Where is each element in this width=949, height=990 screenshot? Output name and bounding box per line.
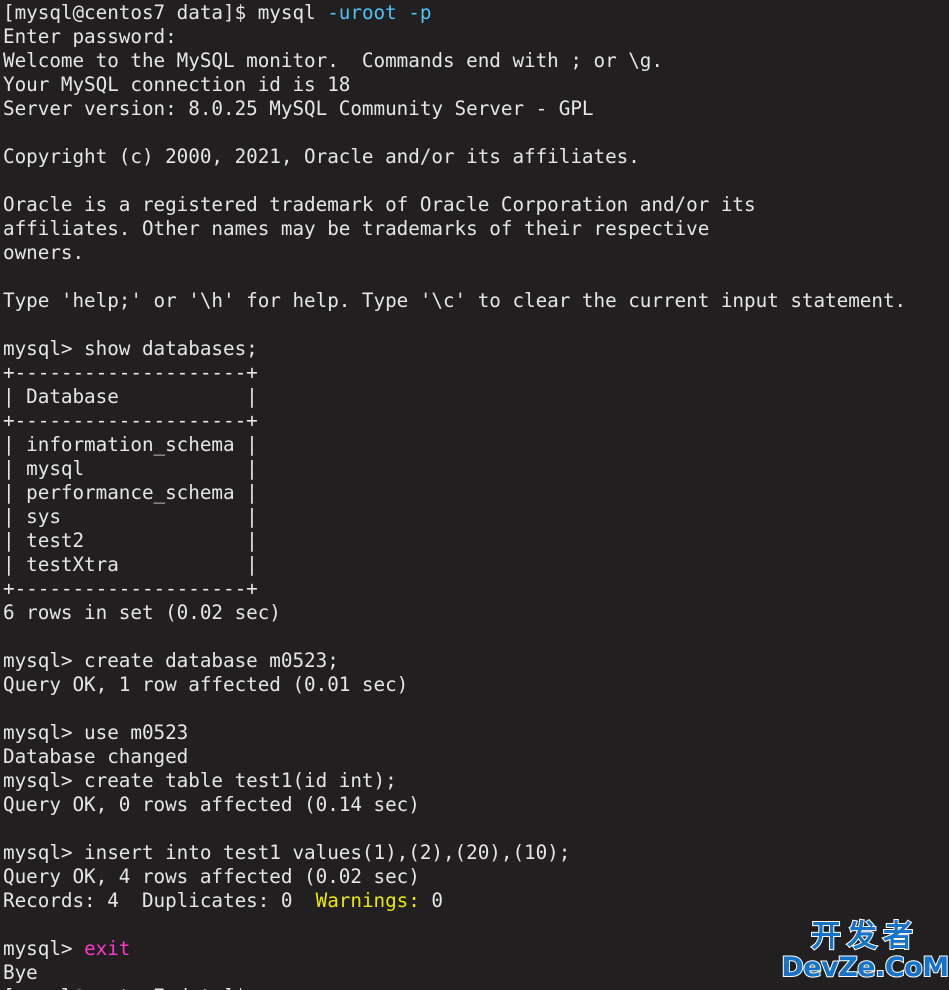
terminal-text-segment: -uroot -p <box>327 1 432 24</box>
terminal-text-segment: Server version: 8.0.25 MySQL Community S… <box>3 97 594 120</box>
terminal-line: Type 'help;' or '\h' for help. Type '\c'… <box>3 289 949 313</box>
terminal-line: | Database | <box>3 385 949 409</box>
terminal-line: Your MySQL connection id is 18 <box>3 73 949 97</box>
terminal-line: [mysql@centos7 data]$ <box>3 985 949 990</box>
terminal-line: | test2 | <box>3 529 949 553</box>
terminal-text-segment: Database changed <box>3 745 189 768</box>
terminal-line: +--------------------+ <box>3 577 949 601</box>
terminal-line: Query OK, 1 row affected (0.01 sec) <box>3 673 949 697</box>
terminal-text-segment: owners. <box>3 241 85 264</box>
terminal-text-segment: | sys | <box>3 505 258 528</box>
terminal-text-segment: +--------------------+ <box>3 409 258 432</box>
terminal-text-segment: [mysql@centos7 data]$ mysql <box>3 1 328 24</box>
terminal-text-segment: 0 <box>419 889 444 912</box>
terminal-text-segment: [mysql@centos7 data]$ <box>3 985 246 990</box>
terminal-line: Oracle is a registered trademark of Orac… <box>3 193 949 217</box>
terminal-text-segment: mysql> show databases; <box>3 337 258 360</box>
terminal-line: mysql> create table test1(id int); <box>3 769 949 793</box>
terminal-text-segment: | testXtra | <box>3 553 258 576</box>
terminal-line: Enter password: <box>3 25 949 49</box>
terminal-output[interactable]: [mysql@centos7 data]$ mysql -uroot -p Ent… <box>0 0 949 990</box>
terminal-text-segment: Query OK, 0 rows affected (0.14 sec) <box>3 793 420 816</box>
terminal-line: Welcome to the MySQL monitor. Commands e… <box>3 49 949 73</box>
terminal-text-segment: | performance_schema | <box>3 481 258 504</box>
terminal-line: | testXtra | <box>3 553 949 577</box>
terminal-line: Database changed <box>3 745 949 769</box>
terminal-text-segment: | information_schema | <box>3 433 258 456</box>
terminal-text-segment: | Database | <box>3 385 258 408</box>
terminal-text-segment: Your MySQL connection id is 18 <box>3 73 351 96</box>
terminal-text-segment: Records: 4 Duplicates: 0 <box>3 889 316 912</box>
terminal-line: mysql> show databases; <box>3 337 949 361</box>
terminal-line: | mysql | <box>3 457 949 481</box>
terminal-text-segment: Query OK, 1 row affected (0.01 sec) <box>3 673 409 696</box>
terminal-line: Records: 4 Duplicates: 0 Warnings: 0 <box>3 889 949 913</box>
terminal-text-segment: Enter password: <box>3 25 177 48</box>
terminal-text-segment: +--------------------+ <box>3 361 258 384</box>
terminal-line: affiliates. Other names may be trademark… <box>3 217 949 241</box>
terminal-text-segment: +--------------------+ <box>3 577 258 600</box>
terminal-line: +--------------------+ <box>3 409 949 433</box>
terminal-text-segment: | test2 | <box>3 529 258 552</box>
terminal-text-segment: Bye <box>3 961 38 984</box>
terminal-line: [mysql@centos7 data]$ mysql -uroot -p <box>3 1 949 25</box>
terminal-line: | information_schema | <box>3 433 949 457</box>
terminal-text-segment: Type 'help;' or '\h' for help. Type '\c'… <box>3 289 907 312</box>
terminal-line: mysql> create database m0523; <box>3 649 949 673</box>
terminal-line: Server version: 8.0.25 MySQL Community S… <box>3 97 949 121</box>
terminal-line: owners. <box>3 241 949 265</box>
terminal-text-segment: Copyright (c) 2000, 2021, Oracle and/or … <box>3 145 640 168</box>
terminal-text-segment: Warnings: <box>315 889 420 912</box>
terminal-text-segment: mysql> insert into test1 values(1),(2),(… <box>3 841 571 864</box>
terminal-text-segment: 6 rows in set (0.02 sec) <box>3 601 281 624</box>
terminal-text-segment: mysql> <box>3 937 85 960</box>
terminal-line: +--------------------+ <box>3 361 949 385</box>
terminal-line: Query OK, 0 rows affected (0.14 sec) <box>3 793 949 817</box>
terminal-text-segment: mysql> create table test1(id int); <box>3 769 397 792</box>
terminal-text-segment: exit <box>84 937 131 960</box>
terminal-text-segment: Welcome to the MySQL monitor. Commands e… <box>3 49 663 72</box>
terminal-line: | performance_schema | <box>3 481 949 505</box>
terminal-text-segment: Query OK, 4 rows affected (0.02 sec) <box>3 865 420 888</box>
terminal-line: 6 rows in set (0.02 sec) <box>3 601 949 625</box>
terminal-line: mysql> insert into test1 values(1),(2),(… <box>3 841 949 865</box>
terminal-line: Bye <box>3 961 949 985</box>
terminal-line: mysql> exit <box>3 937 949 961</box>
terminal-line: Query OK, 4 rows affected (0.02 sec) <box>3 865 949 889</box>
terminal-text-segment: | mysql | <box>3 457 258 480</box>
terminal-text-segment: Oracle is a registered trademark of Orac… <box>3 193 756 216</box>
terminal-line: Copyright (c) 2000, 2021, Oracle and/or … <box>3 145 949 169</box>
terminal-line: mysql> use m0523 <box>3 721 949 745</box>
terminal-line: | sys | <box>3 505 949 529</box>
terminal-text-segment: affiliates. Other names may be trademark… <box>3 217 710 240</box>
terminal-text-segment: mysql> create database m0523; <box>3 649 339 672</box>
terminal-text-segment: mysql> use m0523 <box>3 721 189 744</box>
